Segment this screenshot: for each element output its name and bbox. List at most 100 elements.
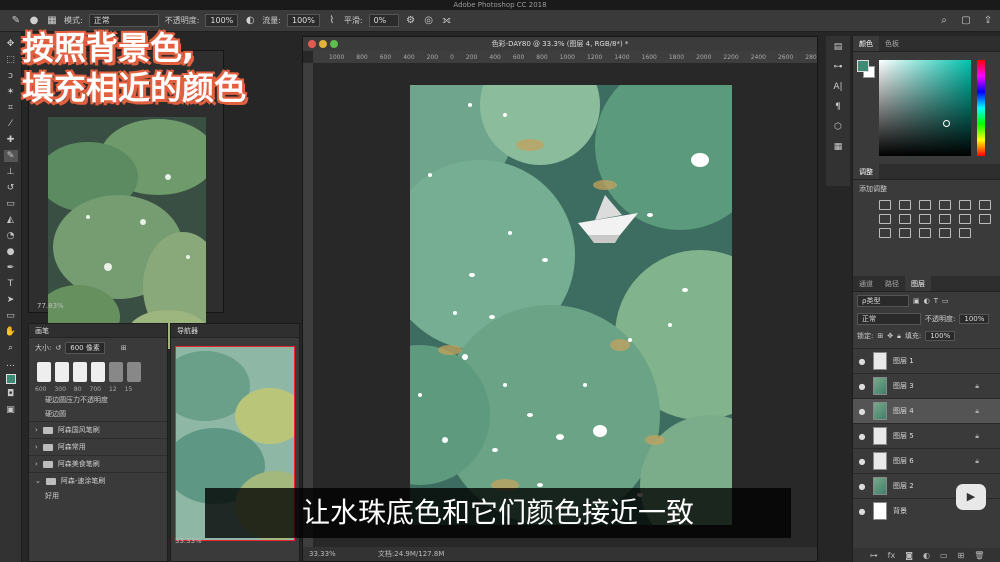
layer-row[interactable]: ● 图层 5 🔒︎ (853, 423, 1000, 448)
character-icon[interactable]: A| (833, 82, 842, 92)
gradient-map-icon[interactable] (959, 228, 971, 238)
screen-mode-icon[interactable]: ▣ (4, 404, 18, 416)
crop-tool-icon[interactable]: ⌗ (4, 102, 18, 114)
layer-name[interactable]: 图层 3 (893, 381, 914, 391)
filter-adjust-icon[interactable]: ◐ (924, 297, 930, 305)
visibility-eye-icon[interactable]: ● (853, 407, 871, 416)
brush-group[interactable]: › 阿森国风笔刷 (29, 421, 167, 438)
document-zoom[interactable]: 33.33% (309, 550, 336, 558)
move-tool-icon[interactable]: ✥ (4, 38, 18, 50)
layer-thumbnail[interactable] (873, 452, 887, 470)
fill-field[interactable]: 100% (925, 331, 956, 341)
brush-tool-icon-active[interactable]: ✎ (3, 150, 18, 162)
layer-opacity-field[interactable]: 100% (959, 314, 990, 324)
dodge-tool-icon[interactable]: ● (4, 246, 18, 258)
filter-pixel-icon[interactable]: ▣ (913, 297, 920, 305)
mode-select[interactable]: 正常 (88, 14, 159, 27)
visibility-eye-icon[interactable]: ● (853, 507, 871, 516)
brush-tool-icon[interactable]: ✎ (10, 15, 22, 27)
hand-tool-icon[interactable]: ✋ (4, 326, 18, 338)
reset-size-icon[interactable]: ↺ (55, 344, 61, 352)
brush-preset[interactable] (127, 362, 141, 382)
brush-preset[interactable] (73, 362, 87, 382)
maximize-window-button[interactable] (330, 40, 338, 48)
black-white-icon[interactable] (899, 214, 911, 224)
brush-entry[interactable]: 硬边圆 (29, 407, 167, 421)
opacity-field[interactable]: 100% (205, 14, 239, 27)
new-layer-icon[interactable]: ⊞ (958, 551, 965, 560)
brush-settings-icon[interactable]: ▦ (46, 15, 58, 27)
levels-icon[interactable] (899, 200, 911, 210)
navigator-zoom[interactable]: 33.33% (175, 537, 202, 545)
layer-row[interactable]: ● 图层 1 (853, 348, 1000, 373)
layer-thumbnail[interactable] (873, 377, 887, 395)
expand-icon[interactable]: › (35, 443, 38, 451)
minimize-window-button[interactable] (319, 40, 327, 48)
tab-swatches[interactable]: 色板 (879, 36, 905, 51)
color-lookup-icon[interactable] (959, 214, 971, 224)
pressure-size-icon[interactable]: ◎ (423, 15, 435, 27)
visibility-eye-icon[interactable]: ● (853, 382, 871, 391)
visibility-eye-icon[interactable]: ● (853, 457, 871, 466)
workspace-icon[interactable]: ▢ (960, 14, 972, 26)
curves-icon[interactable] (919, 200, 931, 210)
layer-thumbnail[interactable] (873, 402, 887, 420)
tab-channels[interactable]: 通道 (853, 276, 879, 291)
more-tools-icon[interactable]: … (4, 358, 18, 370)
blur-tool-icon[interactable]: ◔ (4, 230, 18, 242)
link-layers-icon[interactable]: ⊶ (870, 551, 878, 560)
brush-preset[interactable] (37, 362, 51, 382)
path-select-icon[interactable]: ➤ (4, 294, 18, 306)
smoothing-options-icon[interactable]: ⚙ (405, 15, 417, 27)
brush-preset[interactable] (91, 362, 105, 382)
shape-tool-icon[interactable]: ▭ (4, 310, 18, 322)
layer-thumbnail[interactable] (873, 477, 887, 495)
brush-group[interactable]: ⌄ 阿森-速涂笔刷 (29, 472, 167, 489)
invert-icon[interactable] (879, 228, 891, 238)
exposure-icon[interactable] (939, 200, 951, 210)
lock-position-icon[interactable]: ✥ (887, 332, 893, 340)
layer-name[interactable]: 图层 2 (893, 481, 914, 491)
selective-color-icon[interactable] (939, 228, 951, 238)
photo-filter-icon[interactable] (919, 214, 931, 224)
brush-preset-picker-icon[interactable]: ● (28, 15, 40, 27)
airbrush-icon[interactable]: ⌇ (326, 15, 338, 27)
layer-row[interactable]: ● 图层 3 🔒︎ (853, 373, 1000, 398)
eraser-icon[interactable]: ▭ (4, 198, 18, 210)
blend-mode-select[interactable]: 正常 (857, 313, 921, 325)
hue-slider[interactable] (977, 60, 985, 156)
expand-icon[interactable]: › (35, 426, 38, 434)
pen-tool-icon[interactable]: ✒ (4, 262, 18, 274)
visibility-eye-icon[interactable]: ● (853, 357, 871, 366)
properties-icon[interactable]: ⊶ (834, 62, 843, 72)
brush-group[interactable]: › 阿森美食笔刷 (29, 455, 167, 472)
healing-brush-icon[interactable]: ✚ (4, 134, 18, 146)
history-brush-icon[interactable]: ↺ (4, 182, 18, 194)
brush-preset[interactable] (55, 362, 69, 382)
tab-layers[interactable]: 图层 (905, 276, 931, 291)
marquee-tool-icon[interactable]: ⬚ (4, 54, 18, 66)
symmetry-icon[interactable]: ⟗ (441, 15, 453, 27)
color-balance-icon[interactable] (879, 214, 891, 224)
paint-bucket-icon[interactable]: ◭ (4, 214, 18, 226)
brush-entry[interactable]: 硬边圆压力不透明度 (29, 393, 167, 407)
eyedropper-icon[interactable]: ⁄ (4, 118, 18, 130)
clone-stamp-icon[interactable]: ⊥ (4, 166, 18, 178)
grid-icon[interactable] (979, 214, 991, 224)
lock-all-icon[interactable]: 🔒︎ (897, 332, 901, 341)
brush-entry[interactable]: 好用 (29, 489, 167, 503)
flow-field[interactable]: 100% (286, 14, 320, 27)
color-field[interactable] (879, 60, 971, 156)
layer-thumbnail[interactable] (873, 502, 887, 520)
add-mask-icon[interactable]: ◙ (905, 551, 913, 560)
brush-preset[interactable] (109, 362, 123, 382)
new-brush-icon[interactable]: ⊞ (121, 344, 127, 352)
horizontal-ruler[interactable]: 1000 800 600 400 200 0 200 400 600 800 1000 1200 140… (313, 51, 817, 63)
pressure-opacity-icon[interactable]: ◐ (244, 15, 256, 27)
tab-paths[interactable]: 路径 (879, 276, 905, 291)
magic-wand-icon[interactable]: ✶ (4, 86, 18, 98)
brightness-icon[interactable] (879, 200, 891, 210)
foreground-color-swatch[interactable] (5, 374, 16, 384)
brush-group[interactable]: › 阿森常用 (29, 438, 167, 455)
layer-thumbnail[interactable] (873, 352, 887, 370)
